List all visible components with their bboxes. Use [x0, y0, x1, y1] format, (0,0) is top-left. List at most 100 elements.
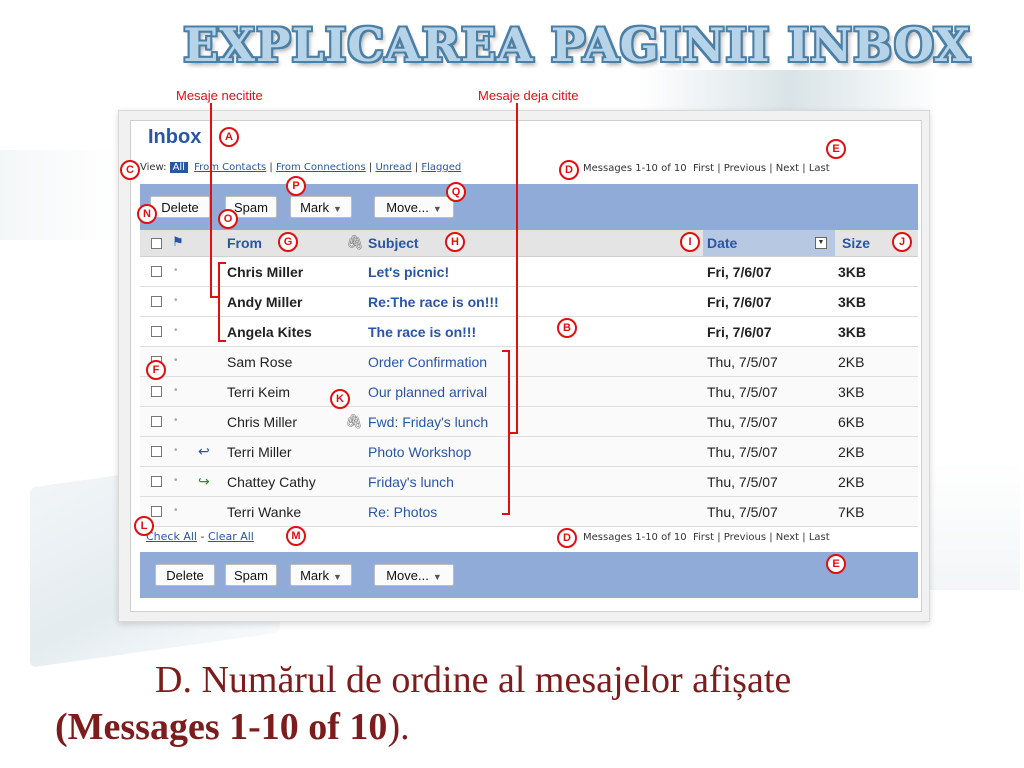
dot-icon: •: [174, 385, 178, 396]
bracket-read-bottom: [502, 513, 510, 515]
message-from: Angela Kites: [227, 324, 312, 340]
sort-dropdown-icon[interactable]: ▼: [815, 237, 827, 249]
message-row[interactable]: • Chris Miller 🖇 Fwd: Friday's lunch Thu…: [140, 407, 918, 437]
move-button[interactable]: Move... ▼: [374, 196, 454, 218]
dot-icon: •: [174, 325, 178, 336]
chevron-down-icon: ▼: [432, 204, 442, 214]
attachment-icon: 🖇: [346, 234, 364, 250]
message-row[interactable]: • Angela Kites The race is on!!! Fri, 7/…: [140, 317, 918, 347]
dot-icon: •: [174, 445, 178, 456]
check-all-link[interactable]: Check All: [146, 530, 197, 543]
message-size: 3KB: [838, 264, 867, 280]
message-date: Thu, 7/5/07: [707, 444, 778, 460]
message-subject[interactable]: Friday's lunch: [368, 474, 454, 490]
message-subject[interactable]: The race is on!!!: [368, 324, 476, 340]
badge-e-top: E: [826, 139, 846, 159]
message-row[interactable]: • Terri Wanke Re: Photos Thu, 7/5/07 7KB: [140, 497, 918, 527]
message-date: Fri, 7/6/07: [707, 294, 772, 310]
message-subject[interactable]: Re: Photos: [368, 504, 437, 520]
badge-f: F: [146, 360, 166, 380]
filter-from-connections[interactable]: From Connections: [276, 162, 366, 173]
row-checkbox[interactable]: [151, 446, 162, 457]
view-filter-bar: View: All From Contacts | From Connection…: [140, 162, 462, 173]
row-checkbox[interactable]: [151, 326, 162, 337]
column-date[interactable]: Date: [707, 235, 737, 251]
message-date: Thu, 7/5/07: [707, 354, 778, 370]
message-row[interactable]: • Chris Miller Let's picnic! Fri, 7/6/07…: [140, 257, 918, 287]
pager-first[interactable]: First: [693, 163, 714, 174]
mark-button[interactable]: Mark ▼: [290, 196, 352, 218]
message-subject[interactable]: Re:The race is on!!!: [368, 294, 499, 310]
message-size: 2KB: [838, 354, 865, 370]
filter-from-contacts[interactable]: From Contacts: [194, 162, 266, 173]
message-row[interactable]: • Terri Keim Our planned arrival Thu, 7/…: [140, 377, 918, 407]
message-size: 7KB: [838, 504, 865, 520]
row-checkbox[interactable]: [151, 416, 162, 427]
message-date: Thu, 7/5/07: [707, 384, 778, 400]
delete-button[interactable]: Delete: [150, 196, 210, 218]
filter-flagged[interactable]: Flagged: [421, 162, 461, 173]
dot-icon: •: [174, 295, 178, 306]
callout-line-unread: [210, 103, 212, 298]
dot-icon: •: [174, 475, 178, 486]
chevron-down-icon: ▼: [332, 204, 342, 214]
dot-icon: •: [174, 355, 178, 366]
message-subject[interactable]: Order Confirmation: [368, 354, 487, 370]
row-checkbox[interactable]: [151, 266, 162, 277]
pager-previous[interactable]: Previous: [724, 532, 766, 543]
move-button[interactable]: Move... ▼: [374, 564, 454, 586]
pager-previous[interactable]: Previous: [724, 163, 766, 174]
message-subject[interactable]: Let's picnic!: [368, 264, 449, 280]
badge-l: L: [134, 516, 154, 536]
badge-n: N: [137, 204, 157, 224]
pager-count: Messages 1-10 of 10: [583, 532, 687, 543]
view-label: View:: [140, 162, 167, 173]
clear-all-link[interactable]: Clear All: [208, 530, 254, 543]
pager-next[interactable]: Next: [776, 163, 799, 174]
message-size: 3KB: [838, 294, 867, 310]
message-size: 2KB: [838, 474, 865, 490]
message-from: Terri Miller: [227, 444, 292, 460]
message-subject[interactable]: Our planned arrival: [368, 384, 487, 400]
pager-last[interactable]: Last: [809, 532, 830, 543]
pager-last[interactable]: Last: [809, 163, 830, 174]
pager-bottom: Messages 1-10 of 10 First | Previous | N…: [583, 532, 830, 543]
delete-button[interactable]: Delete: [155, 564, 215, 586]
row-checkbox[interactable]: [151, 476, 162, 487]
caption-line-1: D. Numărul de ordine al mesajelor afișat…: [155, 659, 792, 701]
row-checkbox[interactable]: [151, 296, 162, 307]
callout-line-read: [516, 103, 518, 433]
spam-button[interactable]: Spam: [225, 564, 277, 586]
column-from[interactable]: From: [227, 235, 262, 251]
pager-first[interactable]: First: [693, 532, 714, 543]
message-row[interactable]: • Andy Miller Re:The race is on!!! Fri, …: [140, 287, 918, 317]
chevron-down-icon: ▼: [432, 572, 442, 582]
badge-j: J: [892, 232, 912, 252]
message-date: Thu, 7/5/07: [707, 414, 778, 430]
badge-c: C: [120, 160, 140, 180]
slide-title: EXPLICAREA PAGINII INBOX: [183, 18, 971, 72]
column-subject[interactable]: Subject: [368, 235, 419, 251]
message-size: 6KB: [838, 414, 865, 430]
mark-button[interactable]: Mark ▼: [290, 564, 352, 586]
pager-next[interactable]: Next: [776, 532, 799, 543]
message-subject[interactable]: Fwd: Friday's lunch: [368, 414, 488, 430]
bracket-read-top: [502, 350, 510, 352]
badge-d-top: D: [559, 160, 579, 180]
message-row[interactable]: • ↩ Terri Miller Photo Workshop Thu, 7/5…: [140, 437, 918, 467]
row-checkbox[interactable]: [151, 506, 162, 517]
row-checkbox[interactable]: [151, 386, 162, 397]
background-envelope-right: [640, 70, 940, 110]
message-row[interactable]: • Sam Rose Order Confirmation Thu, 7/5/0…: [140, 347, 918, 377]
view-all-link[interactable]: All: [169, 162, 188, 173]
badge-p: P: [286, 176, 306, 196]
caption-line-2: (Messages 1-10 of 10).: [55, 705, 410, 749]
caption-line-2-bold: (Messages 1-10 of 10: [55, 706, 388, 748]
select-all-checkbox[interactable]: [151, 238, 162, 249]
badge-b: B: [557, 318, 577, 338]
filter-unread[interactable]: Unread: [375, 162, 411, 173]
message-subject[interactable]: Photo Workshop: [368, 444, 471, 460]
message-row[interactable]: • ↪ Chattey Cathy Friday's lunch Thu, 7/…: [140, 467, 918, 497]
badge-q: Q: [446, 182, 466, 202]
column-size[interactable]: Size: [842, 235, 870, 251]
